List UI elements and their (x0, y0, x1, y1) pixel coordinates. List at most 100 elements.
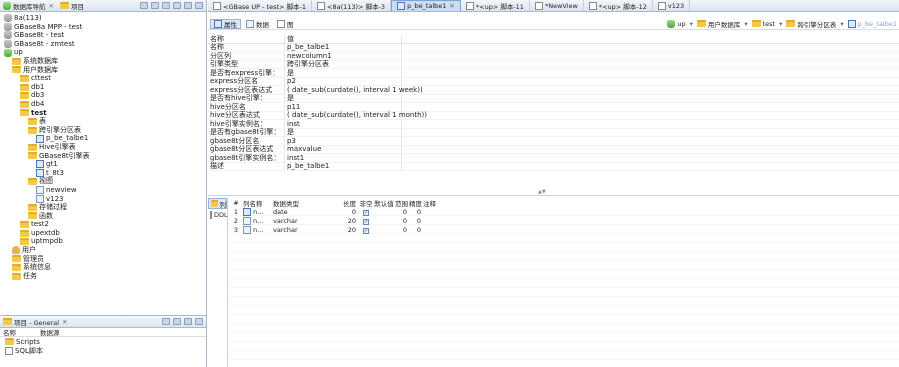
property-value-header[interactable]: 值 (285, 35, 402, 43)
column-notnull[interactable]: ✓ (359, 208, 373, 216)
panel-splitter[interactable]: ▲▼ (208, 189, 899, 196)
property-value[interactable]: 是 (285, 94, 402, 102)
column-header[interactable]: 非空 (359, 198, 373, 208)
tree-item[interactable]: 8a(113) (4, 14, 206, 23)
column-datasource[interactable]: 数据源 (40, 327, 60, 337)
property-row[interactable]: 引擎类型 跨引擎分区表 (208, 60, 899, 69)
column-type[interactable]: varchar (273, 226, 334, 234)
tab-projects[interactable]: 项目 (59, 1, 84, 11)
column-header[interactable]: 注释 (423, 198, 439, 208)
tree-item[interactable]: 任务 (4, 272, 206, 281)
data-tab[interactable]: 数据 (243, 19, 272, 29)
tab-database-navigator[interactable]: 数据库导航 ✕ (3, 1, 54, 11)
tree-item[interactable]: uptmpdb (4, 237, 206, 246)
tree-item[interactable]: 函数 (4, 212, 206, 221)
tree-item[interactable]: newview (4, 186, 206, 195)
close-tab-icon[interactable]: ✕ (449, 2, 454, 10)
property-row[interactable]: express分区名 p2 (208, 77, 899, 86)
tree-item[interactable]: 用户 (4, 246, 206, 255)
column-type[interactable]: varchar (273, 217, 334, 225)
column-name-cell[interactable]: n... (243, 216, 273, 225)
tree-item[interactable]: 存储过程 (4, 203, 206, 212)
property-value[interactable]: ( date_sub(curdate(), interval 1 week)) (285, 86, 423, 94)
column-header[interactable]: 列名称 (243, 198, 273, 208)
maximize-button[interactable] (195, 2, 203, 9)
tree-item[interactable]: test (4, 109, 206, 118)
property-row[interactable]: 描述 p_be_talbe1 (208, 162, 899, 171)
property-value[interactable]: ( date_sub(curdate(), interval 1 month)) (285, 111, 427, 119)
tree-item[interactable]: 表 (4, 117, 206, 126)
column-notnull[interactable]: ✓ (359, 226, 373, 234)
editor-tab[interactable]: *<up> 脚本-12 (584, 0, 653, 11)
tab-columns[interactable]: 列 (208, 198, 227, 209)
tree-item[interactable]: t_8t3 (4, 169, 206, 178)
tree-item[interactable]: 用户数据库 (4, 66, 206, 75)
tree-item[interactable]: db4 (4, 100, 206, 109)
project-item[interactable]: SQL脚本 (0, 346, 206, 355)
column-length[interactable]: 20 (334, 217, 359, 225)
table-row[interactable]: 3 n... varchar 20 ✓ 0 0 (229, 225, 899, 234)
property-value[interactable]: p3 (285, 137, 402, 145)
column-header[interactable]: 精度 (409, 198, 423, 208)
property-row[interactable]: 是否有gbase8t引擎：是 (208, 128, 899, 137)
tree-item[interactable]: GBase8t引擎表 (4, 152, 206, 161)
property-value[interactable]: p_be_talbe1 (285, 162, 402, 170)
property-row[interactable]: hive分区名 p11 (208, 103, 899, 112)
table-row[interactable]: 2 n... varchar 20 ✓ 0 0 (229, 216, 899, 225)
tree-item[interactable]: test2 (4, 220, 206, 229)
projects-config-button[interactable] (162, 318, 170, 325)
property-row[interactable]: hive引擎实例名： inst (208, 120, 899, 129)
editor-tab[interactable]: *NewView (530, 0, 584, 11)
breadcrumb-item[interactable]: p_be_talbe1 (847, 19, 897, 28)
er-diagram-tab[interactable]: 图 (274, 19, 297, 29)
property-value[interactable]: 是 (285, 69, 402, 77)
column-length[interactable]: 20 (334, 226, 359, 234)
column-name[interactable]: 名称 (3, 327, 16, 337)
column-precision[interactable]: 0 (409, 217, 423, 225)
breadcrumb-item[interactable]: up (667, 19, 686, 28)
tree-item[interactable]: GBase8t - test (4, 31, 206, 40)
property-row[interactable]: 是否有express引擎：是 (208, 69, 899, 78)
column-name-cell[interactable]: n... (243, 207, 273, 216)
column-header[interactable]: # (229, 199, 243, 207)
collapse-all-button[interactable] (140, 2, 148, 9)
property-value[interactable]: inst1 (285, 154, 402, 162)
view-menu-button[interactable] (173, 2, 181, 9)
tab-ddl[interactable]: DDL (208, 209, 228, 220)
breadcrumb-item[interactable]: 跨引擎分区表 (786, 19, 836, 29)
properties-tab[interactable]: 属性 (210, 18, 241, 29)
property-row[interactable]: 是否有hive引擎：是 (208, 94, 899, 103)
editor-tab[interactable]: v123 (653, 0, 691, 11)
tree-item[interactable]: 跨引擎分区表 (4, 126, 206, 135)
editor-tab[interactable]: p_be_talbe1 ✕ (391, 0, 461, 11)
tree-item[interactable]: Hive引擎表 (4, 143, 206, 152)
column-header[interactable]: 长度 (334, 198, 359, 208)
property-value[interactable]: 跨引擎分区表 (285, 60, 402, 68)
property-value[interactable]: 是 (285, 128, 402, 136)
column-length[interactable]: 0 (334, 208, 359, 216)
projects-menu-button[interactable] (195, 318, 203, 325)
link-editor-button[interactable] (151, 2, 159, 9)
minimize-button[interactable] (184, 2, 192, 9)
property-value[interactable]: p2 (285, 77, 402, 85)
tree-item[interactable]: cttest (4, 74, 206, 83)
tree-item[interactable]: up (4, 48, 206, 57)
tree-item[interactable]: v123 (4, 194, 206, 203)
editor-tab[interactable]: <8a(113)> 脚本-3 (312, 0, 392, 11)
tree-item[interactable]: 视图 (4, 177, 206, 186)
tree-item[interactable]: upextdb (4, 229, 206, 238)
projects-collapse-button[interactable] (173, 318, 181, 325)
breadcrumb-item[interactable]: test (751, 20, 775, 28)
projects-link-button[interactable] (184, 318, 192, 325)
property-row[interactable]: 名称 p_be_talbe1 (208, 43, 899, 52)
notnull-checkbox[interactable]: ✓ (363, 227, 369, 234)
property-row[interactable]: gbase8t分区名 p3 (208, 137, 899, 146)
tree-item[interactable]: 系统数据库 (4, 57, 206, 66)
column-precision[interactable]: 0 (409, 226, 423, 234)
tree-item[interactable]: GBase8a MPP - test (4, 23, 206, 32)
column-scale[interactable]: 0 (395, 226, 409, 234)
notnull-checkbox[interactable]: ✓ (363, 218, 369, 225)
property-value[interactable]: p11 (285, 103, 402, 111)
property-value[interactable]: p_be_talbe1 (285, 43, 402, 51)
property-value[interactable]: inst (285, 120, 402, 128)
